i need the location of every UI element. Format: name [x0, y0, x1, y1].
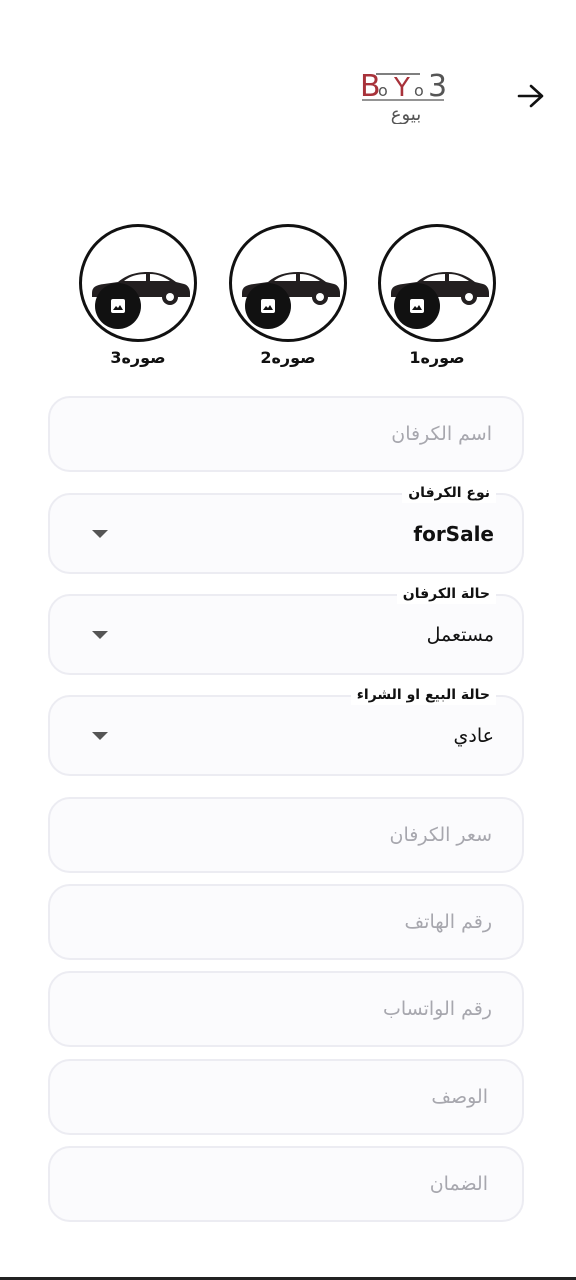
photo-circle[interactable]	[378, 224, 496, 342]
warranty-placeholder: الضمان	[429, 1173, 488, 1195]
photo-label: صوره1	[409, 348, 465, 367]
caravan-price-input[interactable]: سعر الكرفان	[48, 797, 524, 873]
warranty-input[interactable]: الضمان	[48, 1146, 524, 1222]
caravan-name-placeholder: اسم الكرفان	[391, 423, 492, 445]
svg-text:Y: Y	[393, 73, 410, 103]
whatsapp-number-placeholder: رقم الواتساب	[382, 998, 492, 1020]
description-placeholder: الوصف	[431, 1086, 488, 1108]
phone-number-placeholder: رقم الهاتف	[404, 911, 492, 933]
back-button[interactable]	[514, 80, 548, 112]
image-icon	[111, 299, 125, 313]
dropdown-arrow-icon	[92, 731, 108, 740]
caravan-condition-value: مستعمل	[426, 623, 494, 646]
dropdown-arrow-icon	[92, 630, 108, 639]
sale-status-label: حالة البيع او الشراء	[350, 685, 496, 705]
whatsapp-number-input[interactable]: رقم الواتساب	[48, 971, 524, 1047]
sale-status-dropdown[interactable]: حالة البيع او الشراء عادي	[48, 685, 524, 776]
arrow-right-icon	[517, 84, 544, 108]
caravan-price-placeholder: سعر الكرفان	[389, 824, 492, 846]
photo-label: صوره2	[260, 348, 316, 367]
add-image-button[interactable]	[95, 283, 141, 329]
photo-picker-3[interactable]: صوره3	[79, 224, 197, 374]
caravan-type-label: نوع الكرفان	[402, 483, 496, 503]
svg-text:o: o	[414, 81, 424, 100]
photo-label: صوره3	[110, 348, 166, 367]
caravan-condition-label: حالة الكرفان	[396, 584, 496, 604]
image-icon	[410, 299, 424, 313]
svg-text:بيوع: بيوع	[391, 104, 421, 124]
add-image-button[interactable]	[245, 283, 291, 329]
caravan-name-input[interactable]: اسم الكرفان	[48, 396, 524, 472]
description-input[interactable]: الوصف	[48, 1059, 524, 1135]
caravan-type-value: forSale	[413, 521, 494, 546]
caravan-condition-dropdown[interactable]: حالة الكرفان مستعمل	[48, 584, 524, 675]
caravan-type-dropdown[interactable]: نوع الكرفان forSale	[48, 483, 524, 574]
phone-number-input[interactable]: رقم الهاتف	[48, 884, 524, 960]
app-logo: B o Y o 3 بيوع	[358, 66, 454, 125]
photo-circle[interactable]	[229, 224, 347, 342]
sale-status-value: عادي	[453, 724, 494, 747]
photo-picker-2[interactable]: صوره2	[229, 224, 347, 374]
dropdown-arrow-icon	[92, 529, 108, 538]
svg-text:o: o	[378, 81, 388, 100]
photo-picker-1[interactable]: صوره1	[378, 224, 496, 374]
image-icon	[261, 299, 275, 313]
svg-text:3: 3	[428, 69, 447, 104]
add-image-button[interactable]	[394, 283, 440, 329]
photo-circle[interactable]	[79, 224, 197, 342]
